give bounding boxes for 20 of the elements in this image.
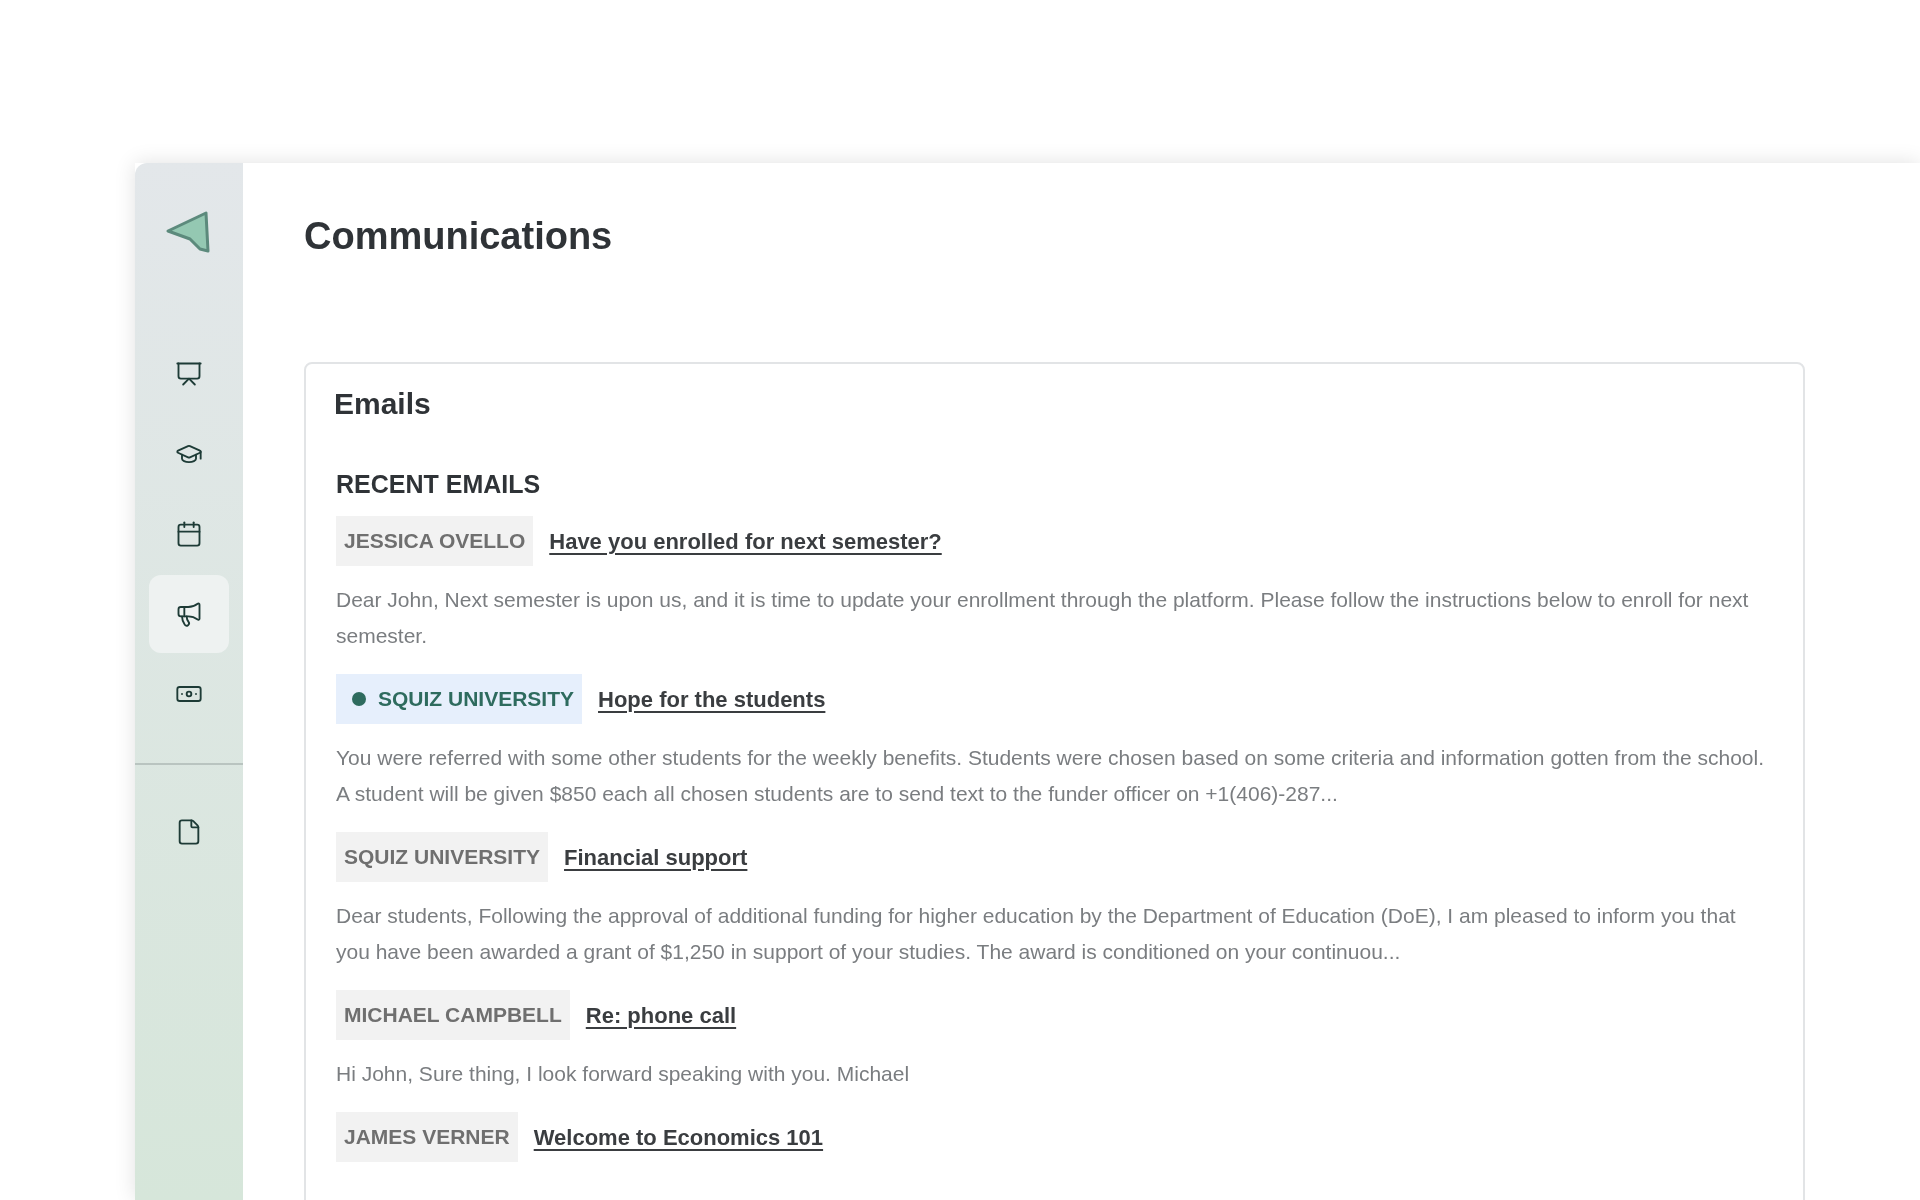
sender-name: SQUIZ UNIVERSITY [378,686,575,713]
card-title: Emails [334,386,432,422]
email-preview: Dear students, Following the approval of additional funding for higher education by the Department of Education (DoE), I am pleased to inform you that you have been awarded a grant of $1,250 in support of your studies. The award is conditioned on your continuou... [336,903,1737,965]
section-title: RECENT EMAILS [336,469,542,500]
communications-icon [175,600,203,628]
email-preview: Dear John, Next semester is upon us, and it is time to update your enrollment through the platform. Please follow the instructions below to enroll for next semester. [336,587,1750,649]
email-subject-link[interactable]: Financial support [564,840,748,874]
email-preview: You were referred with some other students for the weekly benefits. Students were chosen based on some criteria and information gotten from the school. A student will be given $850 each all chosen students are to send text to the funder officer on +1(406)-287... [336,745,1765,807]
email-subject-link[interactable]: Welcome to Economics 101 [533,1120,824,1154]
sender-name: JAMES VERNER [344,1124,510,1151]
sidebar-item[interactable] [149,575,229,653]
sender-name: MICHAEL CAMPBELL [344,1002,562,1029]
email-subject-link[interactable]: Re: phone call [585,998,737,1032]
email-preview: Hi John, Sure thing, I look forward speaking with you. Michael [336,1061,911,1087]
page-title: Communications [304,214,614,259]
email-subject-link[interactable]: Have you enrolled for next semester? [549,524,942,558]
email-subject-link[interactable]: Hope for the students [598,682,826,716]
calendar-icon [175,520,203,548]
sender-name: JESSICA OVELLO [344,528,526,555]
sender-name: SQUIZ UNIVERSITY [344,844,541,871]
